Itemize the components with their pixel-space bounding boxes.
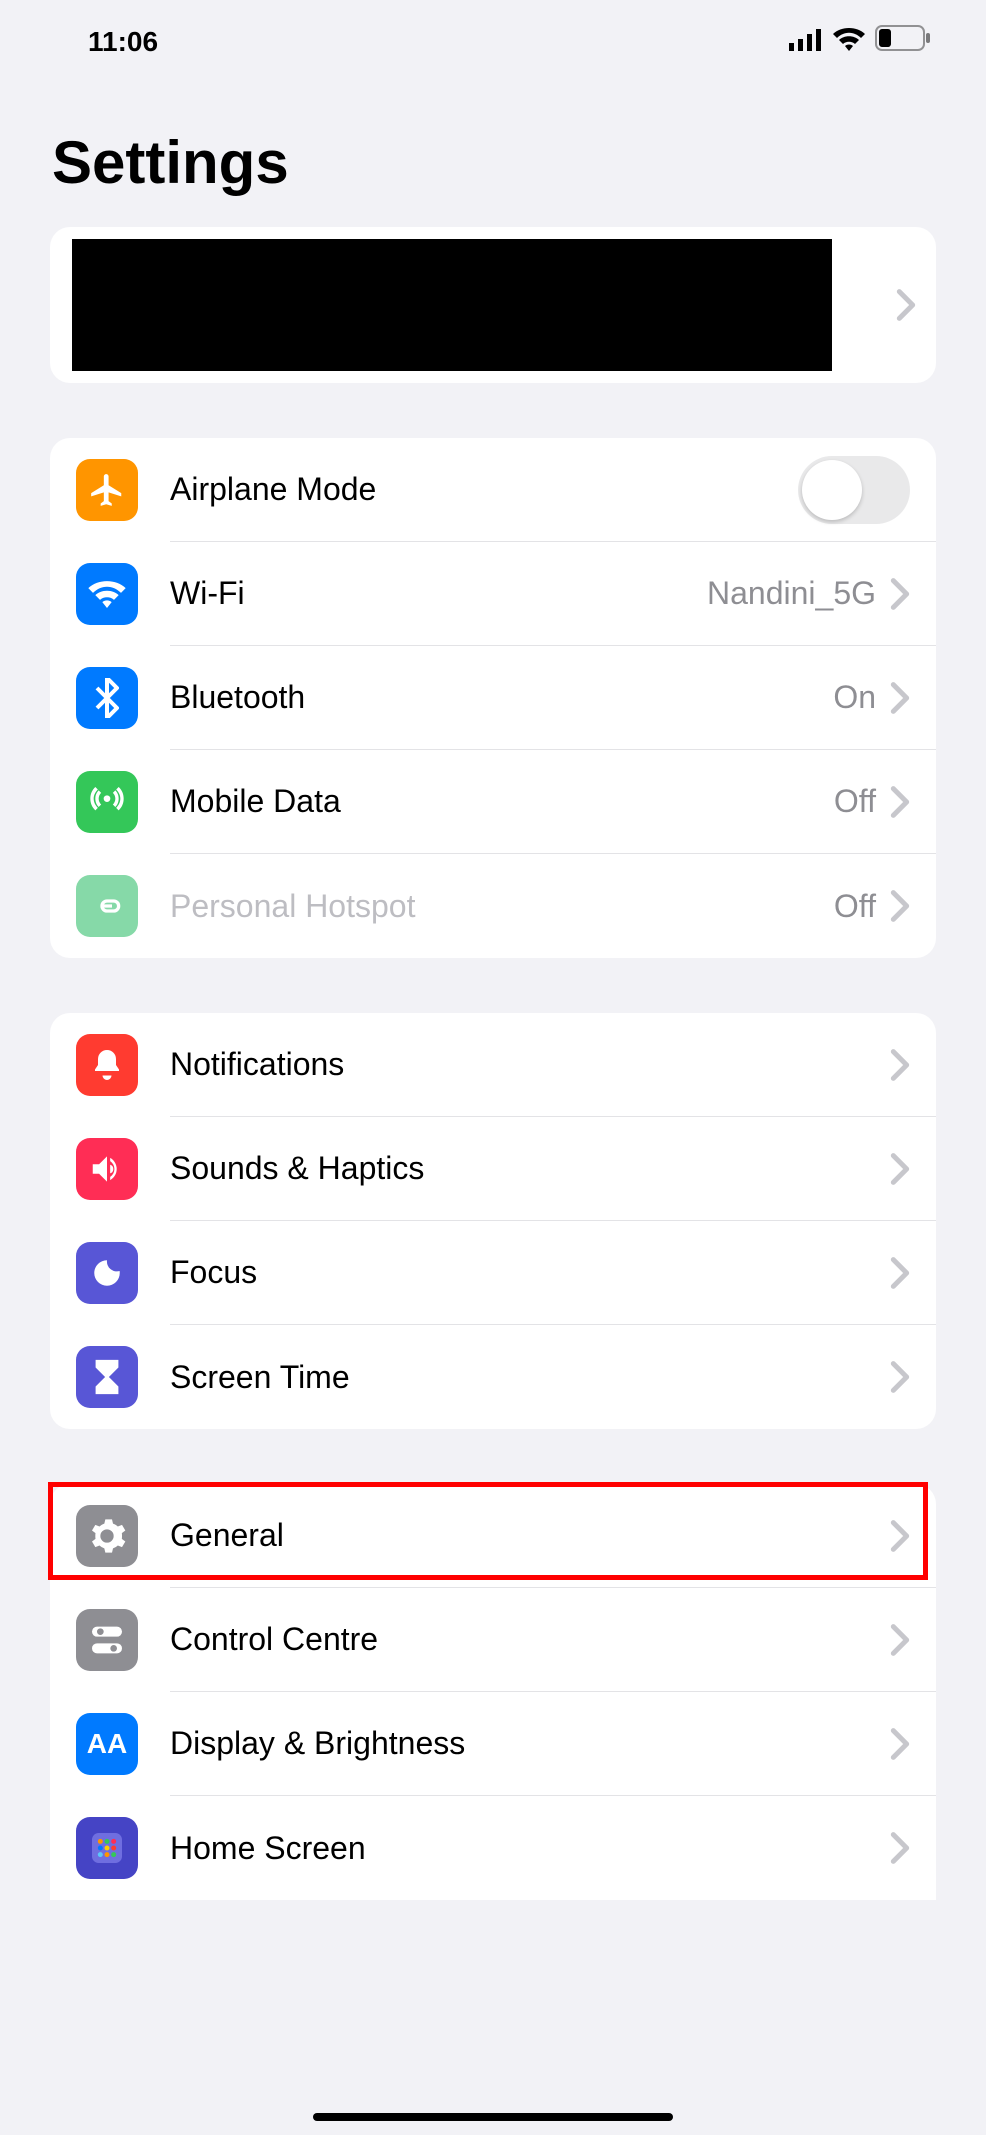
- row-label: Bluetooth: [170, 679, 833, 716]
- status-time: 11:06: [88, 26, 158, 58]
- chevron-right-icon: [890, 889, 910, 923]
- row-personal-hotspot[interactable]: Personal Hotspot Off: [50, 854, 936, 958]
- antenna-icon: [76, 771, 138, 833]
- chevron-right-icon: [890, 1152, 910, 1186]
- row-label: Personal Hotspot: [170, 888, 834, 925]
- chevron-right-icon: [896, 288, 916, 322]
- battery-icon: [875, 25, 931, 58]
- row-sounds-haptics[interactable]: Sounds & Haptics: [50, 1117, 936, 1221]
- switches-icon: [76, 1609, 138, 1671]
- bluetooth-icon: [76, 667, 138, 729]
- row-label: Control Centre: [170, 1621, 890, 1658]
- row-label: Mobile Data: [170, 783, 834, 820]
- chevron-right-icon: [890, 1519, 910, 1553]
- chevron-right-icon: [890, 577, 910, 611]
- profile-row[interactable]: [50, 227, 936, 383]
- chevron-right-icon: [890, 1831, 910, 1865]
- row-label: Home Screen: [170, 1830, 890, 1867]
- row-label: Focus: [170, 1254, 890, 1291]
- wifi-icon: [76, 563, 138, 625]
- row-focus[interactable]: Focus: [50, 1221, 936, 1325]
- row-label: Notifications: [170, 1046, 890, 1083]
- row-home-screen[interactable]: Home Screen: [50, 1796, 936, 1900]
- chevron-right-icon: [890, 785, 910, 819]
- chevron-right-icon: [890, 1360, 910, 1394]
- settings-group-connectivity: Airplane Mode Wi-Fi Nandini_5G Bluetooth…: [50, 438, 936, 958]
- link-icon: [76, 875, 138, 937]
- wifi-status-icon: [833, 26, 865, 58]
- row-label: Screen Time: [170, 1359, 890, 1396]
- row-airplane-mode[interactable]: Airplane Mode: [50, 438, 936, 542]
- row-label: Airplane Mode: [170, 471, 798, 508]
- home-indicator[interactable]: [313, 2113, 673, 2121]
- chevron-right-icon: [890, 1256, 910, 1290]
- row-notifications[interactable]: Notifications: [50, 1013, 936, 1117]
- row-label: Display & Brightness: [170, 1725, 890, 1762]
- row-display-brightness[interactable]: AA Display & Brightness: [50, 1692, 936, 1796]
- airplane-toggle[interactable]: [798, 456, 910, 524]
- moon-icon: [76, 1242, 138, 1304]
- grid-icon: [76, 1817, 138, 1879]
- chevron-right-icon: [890, 1727, 910, 1761]
- row-label: Wi-Fi: [170, 575, 707, 612]
- chevron-right-icon: [890, 1048, 910, 1082]
- speaker-icon: [76, 1138, 138, 1200]
- signal-icon: [789, 26, 823, 58]
- row-wifi[interactable]: Wi-Fi Nandini_5G: [50, 542, 936, 646]
- settings-group-system: General Control Centre AA Display & Brig…: [50, 1484, 936, 1900]
- gear-icon: [76, 1505, 138, 1567]
- row-bluetooth[interactable]: Bluetooth On: [50, 646, 936, 750]
- profile-redacted: [72, 239, 832, 371]
- row-label: Sounds & Haptics: [170, 1150, 890, 1187]
- bell-icon: [76, 1034, 138, 1096]
- row-control-centre[interactable]: Control Centre: [50, 1588, 936, 1692]
- page-title: Settings: [52, 128, 986, 197]
- chevron-right-icon: [890, 681, 910, 715]
- row-general[interactable]: General: [50, 1484, 936, 1588]
- row-screen-time[interactable]: Screen Time: [50, 1325, 936, 1429]
- row-value: Nandini_5G: [707, 575, 876, 612]
- airplane-icon: [76, 459, 138, 521]
- aa-icon: AA: [76, 1713, 138, 1775]
- status-bar: 11:06: [0, 0, 986, 68]
- row-value: Off: [834, 783, 876, 820]
- hourglass-icon: [76, 1346, 138, 1408]
- row-value: On: [833, 679, 876, 716]
- row-mobile-data[interactable]: Mobile Data Off: [50, 750, 936, 854]
- row-label: General: [170, 1517, 890, 1554]
- status-right: [789, 25, 931, 58]
- settings-group-attention: Notifications Sounds & Haptics Focus Scr…: [50, 1013, 936, 1429]
- chevron-right-icon: [890, 1623, 910, 1657]
- row-value: Off: [834, 888, 876, 925]
